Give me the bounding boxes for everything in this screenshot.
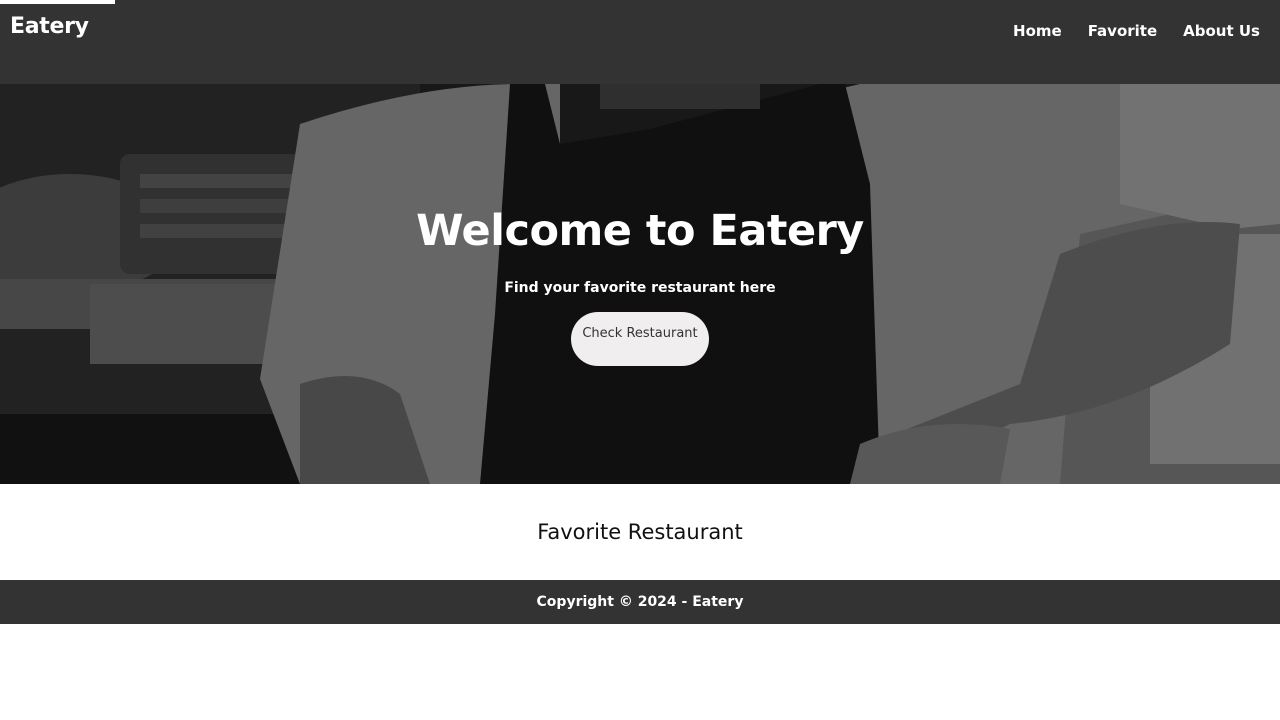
app-header: Eatery Home Favorite About Us	[0, 0, 1280, 84]
check-restaurant-button[interactable]: Check Restaurant	[571, 311, 709, 366]
footer-copyright: Copyright © 2024 - Eatery	[536, 594, 744, 610]
nav-link-home[interactable]: Home	[1013, 22, 1062, 40]
loading-strip	[0, 0, 115, 4]
favorites-heading: Favorite Restaurant	[537, 520, 743, 544]
main-nav: Home Favorite About Us	[1013, 22, 1260, 40]
nav-link-about-us[interactable]: About Us	[1183, 22, 1260, 40]
hero-content: Welcome to Eatery Find your favorite res…	[0, 206, 1280, 366]
brand-logo[interactable]: Eatery	[10, 14, 89, 39]
site-footer: Copyright © 2024 - Eatery	[0, 580, 1280, 624]
hero-section: Welcome to Eatery Find your favorite res…	[0, 84, 1280, 484]
nav-link-favorite[interactable]: Favorite	[1088, 22, 1157, 40]
hero-title: Welcome to Eatery	[416, 206, 864, 256]
hero-subtitle: Find your favorite restaurant here	[504, 279, 776, 296]
favorites-section: Favorite Restaurant	[0, 484, 1280, 580]
